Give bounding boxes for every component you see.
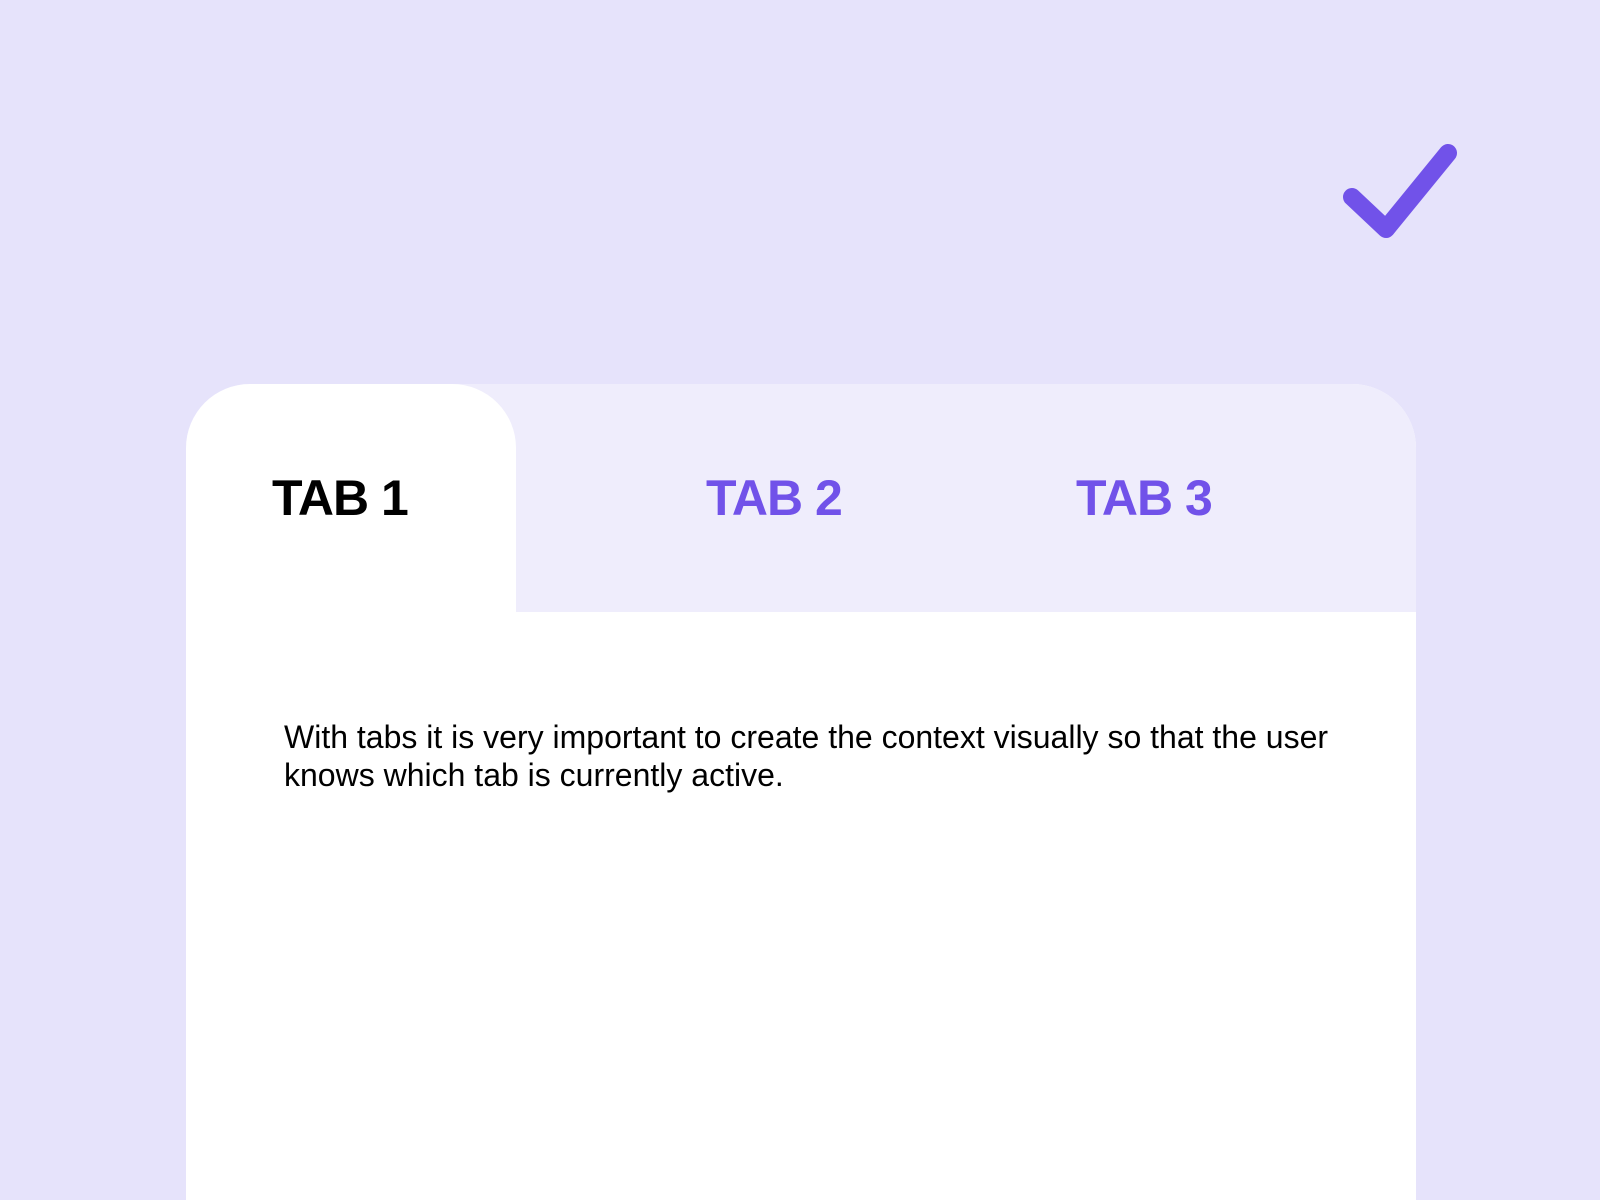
tab-bar: TAB 1 TAB 2 TAB 3 [186, 384, 1416, 612]
tab-panel-card: TAB 1 TAB 2 TAB 3 With tabs it is very i… [186, 384, 1416, 1200]
tab-3-label: TAB 3 [1076, 470, 1213, 526]
tab-3[interactable]: TAB 3 [1076, 384, 1216, 612]
tab-1-label: TAB 1 [272, 470, 409, 526]
tab-2-label: TAB 2 [706, 470, 843, 526]
check-icon [1343, 144, 1457, 238]
tab-content-text: With tabs it is very important to create… [284, 719, 1329, 793]
tab-1[interactable]: TAB 1 [186, 384, 516, 612]
tab-2[interactable]: TAB 2 [706, 384, 846, 612]
